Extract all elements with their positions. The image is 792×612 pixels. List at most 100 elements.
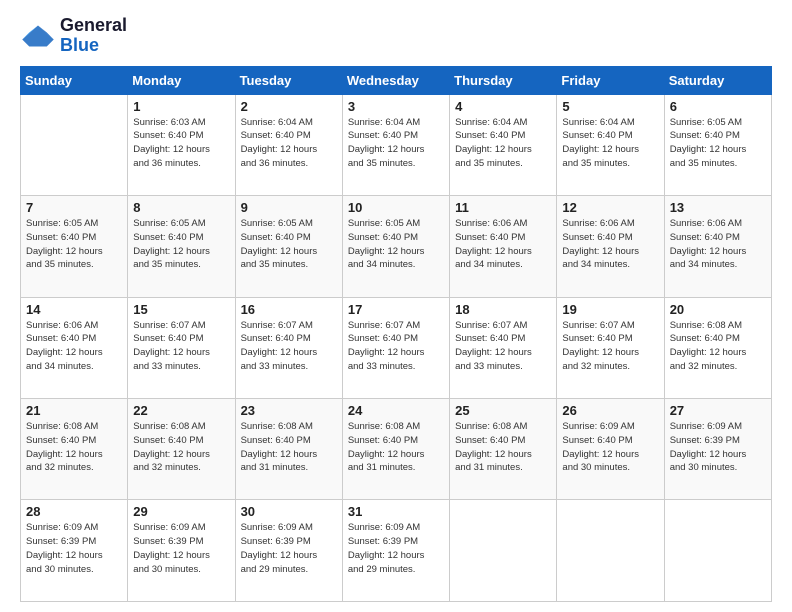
day-number: 15: [133, 302, 229, 317]
day-info: Sunrise: 6:05 AM Sunset: 6:40 PM Dayligh…: [348, 217, 444, 272]
weekday-header-sunday: Sunday: [21, 66, 128, 94]
day-info: Sunrise: 6:04 AM Sunset: 6:40 PM Dayligh…: [241, 116, 337, 171]
day-number: 24: [348, 403, 444, 418]
day-info: Sunrise: 6:07 AM Sunset: 6:40 PM Dayligh…: [455, 319, 551, 374]
calendar-cell: 2 Sunrise: 6:04 AM Sunset: 6:40 PM Daylig…: [235, 94, 342, 195]
day-info: Sunrise: 6:09 AM Sunset: 6:39 PM Dayligh…: [26, 521, 122, 576]
day-number: 25: [455, 403, 551, 418]
calendar-cell: 7Sunrise: 6:05 AM Sunset: 6:40 PM Daylig…: [21, 196, 128, 297]
day-number: 3: [348, 99, 444, 114]
weekday-header-monday: Monday: [128, 66, 235, 94]
calendar-cell: [664, 500, 771, 602]
calendar-cell: 12 Sunrise: 6:06 AM Sunset: 6:40 PM Dayli…: [557, 196, 664, 297]
day-info: Sunrise: 6:05 AM Sunset: 6:40 PM Dayligh…: [241, 217, 337, 272]
day-info: Sunrise: 6:09 AM Sunset: 6:40 PM Dayligh…: [562, 420, 658, 475]
calendar-header: SundayMondayTuesdayWednesdayThursdayFrid…: [21, 66, 772, 94]
day-info: Sunrise: 6:04 AM Sunset: 6:40 PM Dayligh…: [348, 116, 444, 171]
calendar-cell: 27 Sunrise: 6:09 AM Sunset: 6:39 PM Dayli…: [664, 399, 771, 500]
calendar-cell: [450, 500, 557, 602]
day-number: 8: [133, 200, 229, 215]
weekday-header-wednesday: Wednesday: [342, 66, 449, 94]
day-number: 10: [348, 200, 444, 215]
weekday-header-thursday: Thursday: [450, 66, 557, 94]
day-info: Sunrise: 6:04 AM Sunset: 6:40 PM Dayligh…: [455, 116, 551, 171]
day-number: 4: [455, 99, 551, 114]
calendar-cell: 28 Sunrise: 6:09 AM Sunset: 6:39 PM Dayli…: [21, 500, 128, 602]
logo: General Blue: [20, 16, 127, 56]
day-info: Sunrise: 6:05 AM Sunset: 6:40 PM Dayligh…: [670, 116, 766, 171]
day-info: Sunrise: 6:06 AM Sunset: 6:40 PM Dayligh…: [562, 217, 658, 272]
day-info: Sunrise: 6:09 AM Sunset: 6:39 PM Dayligh…: [133, 521, 229, 576]
day-info: Sunrise: 6:08 AM Sunset: 6:40 PM Dayligh…: [348, 420, 444, 475]
calendar-cell: 31 Sunrise: 6:09 AM Sunset: 6:39 PM Dayli…: [342, 500, 449, 602]
calendar-cell: 8 Sunrise: 6:05 AM Sunset: 6:40 PM Daylig…: [128, 196, 235, 297]
logo-text: General Blue: [60, 16, 127, 56]
day-info: Sunrise: 6:08 AM Sunset: 6:40 PM Dayligh…: [455, 420, 551, 475]
day-info: Sunrise: 6:06 AM Sunset: 6:40 PM Dayligh…: [455, 217, 551, 272]
calendar-cell: 3 Sunrise: 6:04 AM Sunset: 6:40 PM Daylig…: [342, 94, 449, 195]
day-info: Sunrise: 6:06 AM Sunset: 6:40 PM Dayligh…: [26, 319, 122, 374]
day-number: 28: [26, 504, 122, 519]
day-number: 23: [241, 403, 337, 418]
calendar-cell: 9Sunrise: 6:05 AM Sunset: 6:40 PM Daylig…: [235, 196, 342, 297]
calendar-cell: 20 Sunrise: 6:08 AM Sunset: 6:40 PM Dayli…: [664, 297, 771, 398]
weekday-header-friday: Friday: [557, 66, 664, 94]
calendar-cell: 30 Sunrise: 6:09 AM Sunset: 6:39 PM Dayli…: [235, 500, 342, 602]
weekday-header-saturday: Saturday: [664, 66, 771, 94]
calendar-cell: 6 Sunrise: 6:05 AM Sunset: 6:40 PM Daylig…: [664, 94, 771, 195]
day-number: 17: [348, 302, 444, 317]
day-number: 22: [133, 403, 229, 418]
page: General Blue SundayMondayTuesdayWednesda…: [0, 0, 792, 612]
day-number: 2: [241, 99, 337, 114]
day-info: Sunrise: 6:07 AM Sunset: 6:40 PM Dayligh…: [562, 319, 658, 374]
day-info: Sunrise: 6:03 AM Sunset: 6:40 PM Dayligh…: [133, 116, 229, 171]
calendar-week-3: 14 Sunrise: 6:06 AM Sunset: 6:40 PM Dayli…: [21, 297, 772, 398]
day-info: Sunrise: 6:09 AM Sunset: 6:39 PM Dayligh…: [241, 521, 337, 576]
day-info: Sunrise: 6:04 AM Sunset: 6:40 PM Dayligh…: [562, 116, 658, 171]
calendar-week-5: 28 Sunrise: 6:09 AM Sunset: 6:39 PM Dayli…: [21, 500, 772, 602]
calendar-cell: 21Sunrise: 6:08 AM Sunset: 6:40 PM Dayli…: [21, 399, 128, 500]
day-number: 18: [455, 302, 551, 317]
calendar-cell: 16Sunrise: 6:07 AM Sunset: 6:40 PM Dayli…: [235, 297, 342, 398]
calendar-cell: 22 Sunrise: 6:08 AM Sunset: 6:40 PM Dayli…: [128, 399, 235, 500]
calendar-cell: 19Sunrise: 6:07 AM Sunset: 6:40 PM Dayli…: [557, 297, 664, 398]
day-info: Sunrise: 6:06 AM Sunset: 6:40 PM Dayligh…: [670, 217, 766, 272]
calendar-table: SundayMondayTuesdayWednesdayThursdayFrid…: [20, 66, 772, 602]
day-info: Sunrise: 6:09 AM Sunset: 6:39 PM Dayligh…: [348, 521, 444, 576]
logo-icon: [20, 22, 56, 50]
day-info: Sunrise: 6:09 AM Sunset: 6:39 PM Dayligh…: [670, 420, 766, 475]
calendar-cell: 4 Sunrise: 6:04 AM Sunset: 6:40 PM Daylig…: [450, 94, 557, 195]
day-info: Sunrise: 6:07 AM Sunset: 6:40 PM Dayligh…: [133, 319, 229, 374]
calendar-cell: 1 Sunrise: 6:03 AM Sunset: 6:40 PM Daylig…: [128, 94, 235, 195]
day-info: Sunrise: 6:07 AM Sunset: 6:40 PM Dayligh…: [241, 319, 337, 374]
day-number: 27: [670, 403, 766, 418]
calendar-cell: [557, 500, 664, 602]
calendar-cell: 11 Sunrise: 6:06 AM Sunset: 6:40 PM Dayli…: [450, 196, 557, 297]
day-number: 5: [562, 99, 658, 114]
day-number: 11: [455, 200, 551, 215]
day-info: Sunrise: 6:08 AM Sunset: 6:40 PM Dayligh…: [133, 420, 229, 475]
day-number: 30: [241, 504, 337, 519]
day-number: 14: [26, 302, 122, 317]
day-number: 12: [562, 200, 658, 215]
calendar-cell: 23Sunrise: 6:08 AM Sunset: 6:40 PM Dayli…: [235, 399, 342, 500]
calendar-body: 1 Sunrise: 6:03 AM Sunset: 6:40 PM Daylig…: [21, 94, 772, 601]
day-number: 29: [133, 504, 229, 519]
calendar-cell: 17 Sunrise: 6:07 AM Sunset: 6:40 PM Dayli…: [342, 297, 449, 398]
calendar-cell: 5 Sunrise: 6:04 AM Sunset: 6:40 PM Daylig…: [557, 94, 664, 195]
calendar-cell: 18 Sunrise: 6:07 AM Sunset: 6:40 PM Dayli…: [450, 297, 557, 398]
calendar-week-2: 7Sunrise: 6:05 AM Sunset: 6:40 PM Daylig…: [21, 196, 772, 297]
calendar-cell: 29 Sunrise: 6:09 AM Sunset: 6:39 PM Dayli…: [128, 500, 235, 602]
day-number: 21: [26, 403, 122, 418]
day-number: 20: [670, 302, 766, 317]
day-number: 31: [348, 504, 444, 519]
day-info: Sunrise: 6:07 AM Sunset: 6:40 PM Dayligh…: [348, 319, 444, 374]
day-number: 6: [670, 99, 766, 114]
day-info: Sunrise: 6:05 AM Sunset: 6:40 PM Dayligh…: [133, 217, 229, 272]
calendar-week-1: 1 Sunrise: 6:03 AM Sunset: 6:40 PM Daylig…: [21, 94, 772, 195]
day-info: Sunrise: 6:08 AM Sunset: 6:40 PM Dayligh…: [670, 319, 766, 374]
header: General Blue: [20, 16, 772, 56]
calendar-cell: [21, 94, 128, 195]
day-number: 1: [133, 99, 229, 114]
calendar-cell: 26Sunrise: 6:09 AM Sunset: 6:40 PM Dayli…: [557, 399, 664, 500]
